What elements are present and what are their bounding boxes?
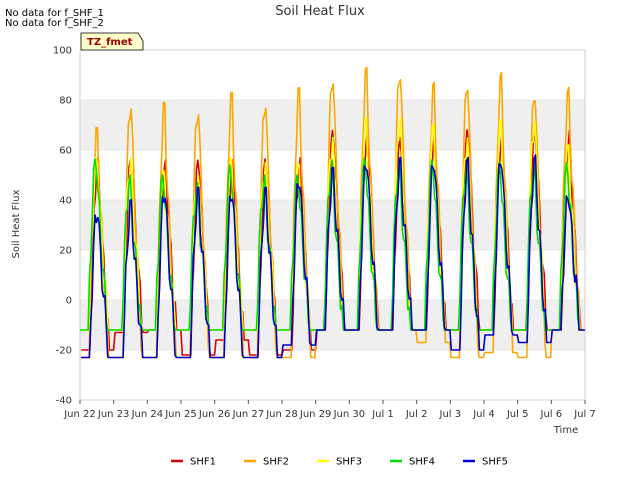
x-tick-label: Jul 5 bbox=[506, 409, 529, 420]
y-tick-label: 0 bbox=[66, 296, 72, 307]
y-tick-label: 80 bbox=[59, 96, 72, 107]
grid-band bbox=[80, 200, 585, 250]
x-tick-label: Jun 24 bbox=[131, 409, 164, 420]
x-tick-label: Jul 7 bbox=[573, 409, 596, 420]
tz-badge: TZ_fmet bbox=[80, 32, 144, 51]
x-tick-label: Jun 22 bbox=[63, 409, 96, 420]
legend-label-shf4: SHF4 bbox=[409, 457, 435, 468]
y-tick-label: -20 bbox=[56, 346, 72, 357]
x-tick-label: Jun 25 bbox=[164, 409, 197, 420]
x-tick-label: Jun 23 bbox=[97, 409, 130, 420]
x-tick-label: Jun 26 bbox=[198, 409, 231, 420]
x-axis-label: Time bbox=[553, 425, 578, 436]
x-tick-label: Jul 4 bbox=[472, 409, 495, 420]
legend-label-shf2: SHF2 bbox=[263, 457, 289, 468]
x-tick-label: Jun 28 bbox=[265, 409, 298, 420]
legend-label-shf1: SHF1 bbox=[190, 457, 216, 468]
x-tick-label: Jul 1 bbox=[371, 409, 394, 420]
x-tick-label: Jun 29 bbox=[299, 409, 332, 420]
x-tick-label: Jul 3 bbox=[439, 409, 462, 420]
y-axis-label: Soil Heat Flux bbox=[11, 189, 22, 258]
y-tick-label: 20 bbox=[59, 246, 72, 257]
x-tick-label: Jun 27 bbox=[232, 409, 265, 420]
y-tick-label: 60 bbox=[59, 146, 72, 157]
legend-label-shf5: SHF5 bbox=[482, 457, 508, 468]
y-tick-label: 100 bbox=[53, 46, 72, 57]
y-tick-label: -40 bbox=[56, 396, 72, 407]
y-tick-label: 40 bbox=[59, 196, 72, 207]
x-tick-label: Jul 2 bbox=[405, 409, 428, 420]
grid-band bbox=[80, 50, 585, 100]
legend: SHF1 SHF2 SHF3 SHF4 SHF5 bbox=[171, 457, 508, 468]
tz-badge-label: TZ_fmet bbox=[87, 37, 133, 48]
soil-heat-flux-chart: Soil Heat Flux -40 -20 0 20 40 60 80 100 Jun 22… bbox=[11, 4, 596, 468]
x-tick-label: Jul 6 bbox=[540, 409, 563, 420]
chart-title: Soil Heat Flux bbox=[275, 4, 365, 19]
legend-label-shf3: SHF3 bbox=[336, 457, 362, 468]
x-tick-label: Jun 30 bbox=[333, 409, 366, 420]
